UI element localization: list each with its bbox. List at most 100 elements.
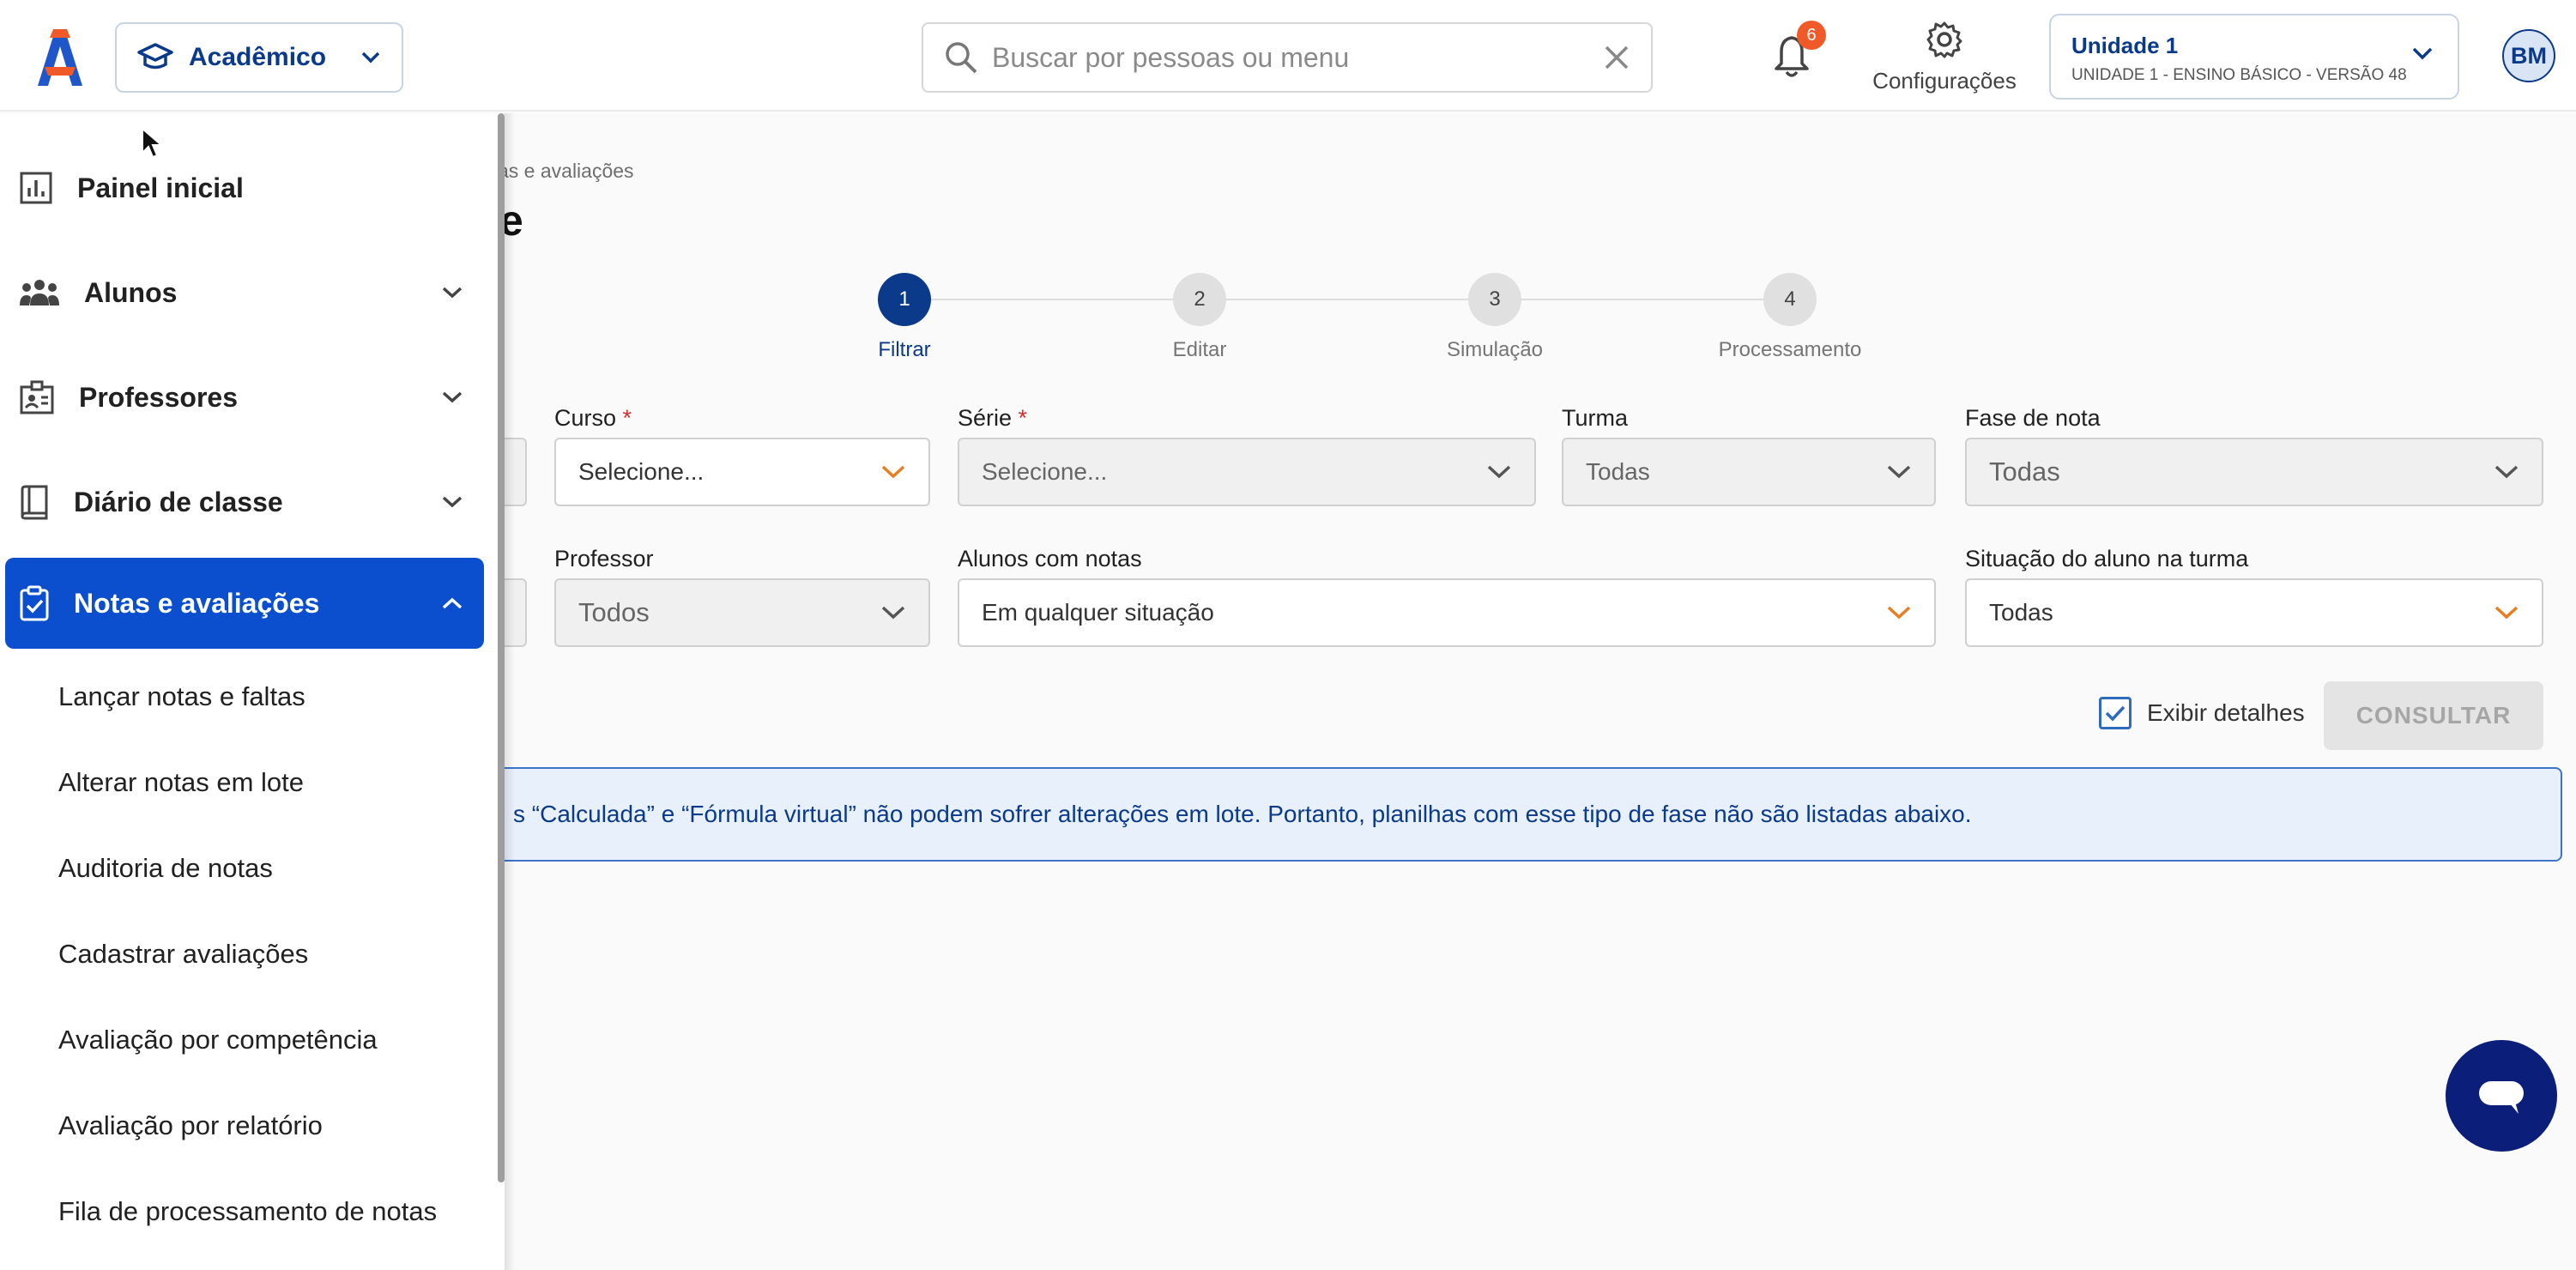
step-label: Simulação [1446,338,1544,361]
unit-selector[interactable]: Unidade 1 UNIDADE 1 - ENSINO BÁSICO - VE… [2049,14,2459,100]
module-selector-button[interactable]: Acadêmico [115,22,403,93]
fase-label: Fase de nota [1965,405,2101,431]
chevron-down-icon [1887,606,1911,620]
chevron-down-icon [2494,465,2519,479]
students-group-icon [20,280,59,305]
professor-select[interactable]: Todos [554,578,930,647]
clear-search-icon[interactable] [1603,44,1630,71]
sidebar-subitem-cadastrar-avaliacoes[interactable]: Cadastrar avaliações [58,939,308,970]
chevron-up-icon [442,597,463,609]
turma-label: Turma [1562,405,1629,431]
consult-button[interactable]: CONSULTAR [2324,681,2543,750]
alunos-value: Em qualquer situação [982,599,1214,626]
sidebar-item-diario-de-classe[interactable]: Diário de classe [5,457,484,547]
info-alert: s “Calculada” e “Fórmula virtual” não po… [481,767,2562,862]
unit-subtitle: UNIDADE 1 - ENSINO BÁSICO - VERSÃO 48 [2071,66,2407,84]
checkmark-icon [2105,705,2126,722]
app-logo-icon[interactable] [33,26,86,88]
curso-select[interactable]: Selecione... [554,438,930,506]
chat-bubble-icon [2479,1081,2524,1114]
sidebar-item-label: Notas e avaliações [74,587,320,619]
breadcrumb[interactable]: as e avaliações [498,160,634,183]
alunos-label: Alunos com notas [958,546,1142,572]
book-icon [21,485,48,520]
step-number: 1 [878,273,931,326]
chevron-down-icon [881,465,905,479]
settings-button[interactable]: Configurações [1867,21,2022,94]
user-avatar[interactable]: BM [2502,29,2555,82]
situacao-select[interactable]: Todas [1965,578,2543,647]
turma-value: Todas [1586,458,1650,485]
chevron-down-icon [442,496,463,508]
sidebar-item-alunos[interactable]: Alunos [5,247,484,338]
mouse-cursor-icon [142,127,163,159]
step-number: 2 [1173,273,1226,326]
search-input[interactable] [990,40,1591,75]
gear-icon [1926,21,1962,58]
bar-chart-icon [20,172,52,204]
show-details-toggle[interactable]: Exibir detalhes [2099,697,2305,729]
situacao-label: Situação do aluno na turma [1965,546,2249,572]
step-label: Processamento [1718,338,1862,361]
sidebar-item-label: Painel inicial [77,172,244,203]
sidebar-menu: Painel inicial Alunos Professores Diário… [0,113,505,1270]
step-label: Filtrar [878,338,931,361]
stepper-line [904,299,1788,300]
professor-label: Professor [554,546,654,572]
sidebar-subitem-auditoria[interactable]: Auditoria de notas [58,853,273,884]
sidebar-item-professores[interactable]: Professores [5,352,484,443]
search-icon [946,42,977,74]
clipboard-check-icon [20,585,49,621]
step-filtrar[interactable]: 1 Filtrar [801,273,1007,362]
step-processamento[interactable]: 4 Processamento [1687,273,1893,362]
sidebar-subitem-fila-processamento[interactable]: Fila de processamento de notas [58,1196,437,1227]
chevron-down-icon [2412,47,2433,60]
search-bar[interactable] [922,22,1653,93]
situacao-value: Todas [1989,599,2053,626]
alunos-select[interactable]: Em qualquer situação [958,578,1936,647]
step-number: 3 [1468,273,1521,326]
chevron-down-icon [442,391,463,403]
sidebar-item-label: Alunos [84,276,178,308]
step-editar[interactable]: 2 Editar [1097,273,1303,362]
module-label: Acadêmico [189,43,327,71]
id-badge-icon [20,380,54,414]
sidebar-scrollbar[interactable] [498,113,505,1182]
step-label: Editar [1172,338,1227,361]
chevron-down-icon [361,51,380,64]
settings-label: Configurações [1872,68,2017,94]
curso-value: Selecione... [578,458,704,485]
sidebar-item-notas-e-avaliacoes[interactable]: Notas e avaliações [5,558,484,649]
sidebar-shadow [505,113,515,1270]
sidebar-subitem-lancar-notas[interactable]: Lançar notas e faltas [58,681,305,712]
notification-count-badge: 6 [1797,21,1826,50]
serie-label: Série * [958,405,1028,431]
sidebar-subitem-avaliacao-relatorio[interactable]: Avaliação por relatório [58,1110,323,1141]
chevron-down-icon [1487,465,1511,479]
show-details-checkbox[interactable] [2099,697,2132,729]
chevron-down-icon [442,287,463,299]
sidebar-item-painel-inicial[interactable]: Painel inicial [5,142,484,233]
sidebar-subitem-alterar-notas[interactable]: Alterar notas em lote [58,767,304,798]
fase-select[interactable]: Todas [1965,438,2543,506]
sidebar-item-label: Professores [79,381,238,413]
chevron-down-icon [881,606,905,620]
chat-support-button[interactable] [2446,1040,2557,1152]
unit-title: Unidade 1 [2071,33,2179,58]
sidebar-item-label: Diário de classe [74,486,283,517]
graduation-cap-icon [137,43,173,70]
professor-value: Todos [578,597,650,627]
fase-value: Todas [1989,457,2060,487]
turma-select[interactable]: Todas [1562,438,1936,506]
top-header: Acadêmico 6 Configurações Unidade 1 UNID… [0,0,2576,112]
serie-value: Selecione... [982,458,1108,485]
curso-label: Curso * [554,405,632,431]
sidebar-subitem-avaliacao-competencia[interactable]: Avaliação por competência [58,1025,378,1055]
serie-select[interactable]: Selecione... [958,438,1536,506]
step-simulacao[interactable]: 3 Simulação [1392,273,1598,362]
step-number: 4 [1763,273,1817,326]
chevron-down-icon [2494,606,2519,620]
chevron-down-icon [1887,465,1911,479]
info-alert-text: s “Calculada” e “Fórmula virtual” não po… [513,801,1972,827]
show-details-label: Exibir detalhes [2147,699,2305,726]
